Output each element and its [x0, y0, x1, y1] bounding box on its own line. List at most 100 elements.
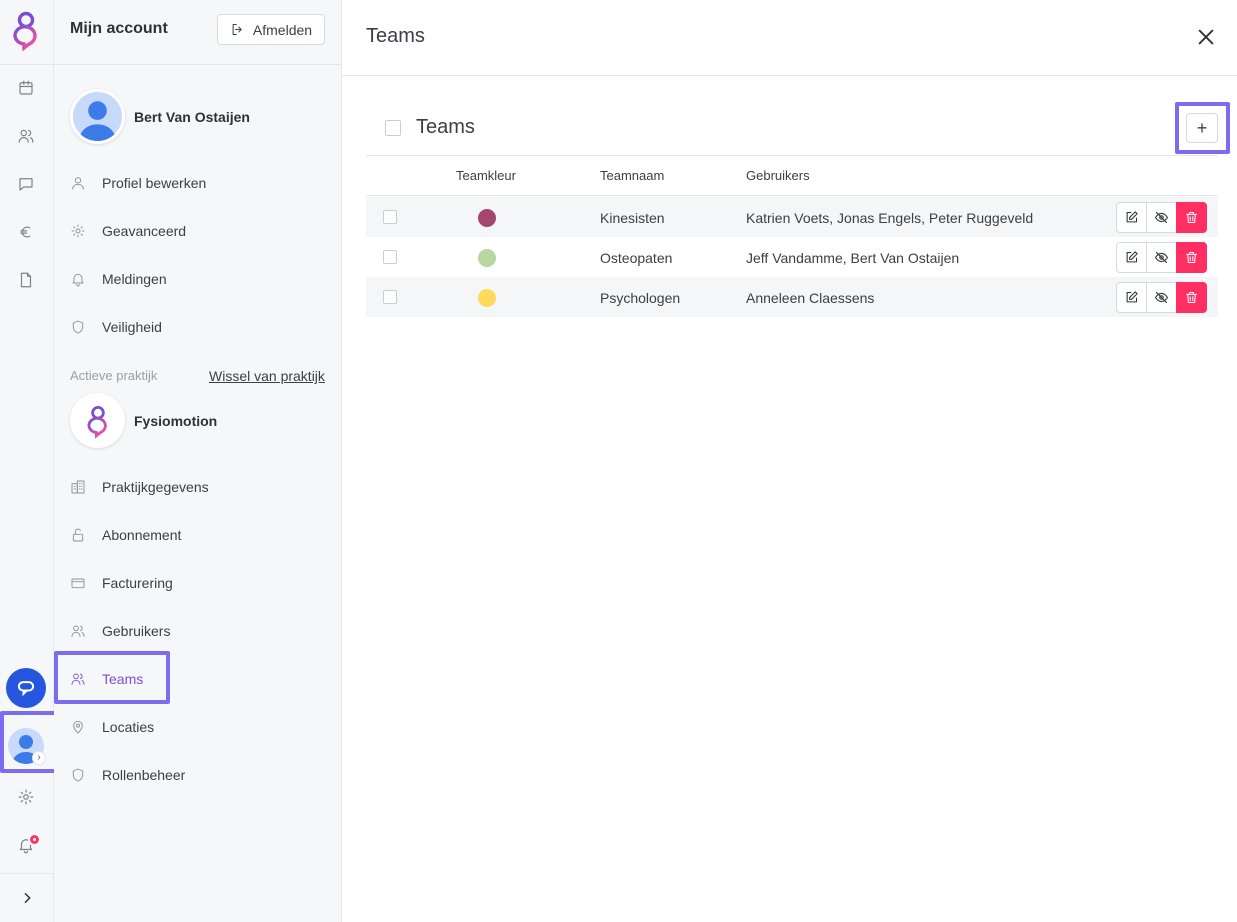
shield-icon [72, 320, 84, 334]
euro-icon[interactable] [15, 221, 37, 243]
menu-item-label: Abonnement [102, 527, 182, 543]
calendar-icon[interactable] [15, 77, 37, 99]
menu-item-locaties[interactable]: Locaties [70, 715, 154, 739]
table-row: Osteopaten Jeff Vandamme, Bert Van Ostai… [366, 237, 1218, 277]
team-users: Jeff Vandamme, Bert Van Ostaijen [746, 250, 960, 266]
row-actions [1116, 202, 1207, 233]
delete-button[interactable] [1176, 282, 1207, 313]
menu-item-facturering[interactable]: Facturering [70, 571, 173, 595]
table-row: Psychologen Anneleen Claessens [366, 277, 1218, 317]
message-icon[interactable] [15, 173, 37, 195]
chat-button[interactable] [6, 668, 46, 708]
menu-item-profiel-bewerken[interactable]: Profiel bewerken [70, 171, 206, 195]
menu-item-gebruikers[interactable]: Gebruikers [70, 619, 170, 643]
add-team-highlight: + [1175, 102, 1230, 154]
trash-icon [1185, 251, 1198, 264]
menu-item-abonnement[interactable]: Abonnement [70, 523, 181, 547]
icon-rail: › [0, 0, 61, 922]
hide-button[interactable] [1146, 242, 1177, 273]
menu-item-teams[interactable]: Teams [70, 667, 143, 691]
practice-name: Fysiomotion [134, 413, 218, 429]
edit-button[interactable] [1116, 202, 1147, 233]
menu-item-label: Gebruikers [102, 623, 171, 639]
hide-button[interactable] [1146, 282, 1177, 313]
team-users: Anneleen Claessens [746, 290, 875, 306]
close-icon [1198, 29, 1214, 45]
close-button[interactable] [1195, 26, 1217, 48]
menu-item-meldingen[interactable]: Meldingen [70, 267, 167, 291]
team-name: Kinesisten [600, 210, 665, 226]
select-all-checkbox[interactable] [385, 120, 401, 136]
menu-item-label: Rollenbeheer [102, 767, 186, 783]
column-header-teamkleur: Teamkleur [456, 168, 516, 183]
edit-button[interactable] [1116, 242, 1147, 273]
menu-item-label: Veiligheid [102, 319, 162, 335]
practice-label: Actieve praktijk [70, 368, 158, 383]
document-icon[interactable] [15, 269, 37, 291]
team-color-dot [478, 209, 496, 227]
team-name: Osteopaten [600, 250, 673, 266]
menu-item-veiligheid[interactable]: Veiligheid [70, 315, 162, 339]
edit-icon [1126, 291, 1138, 303]
account-title: Mijn account [70, 20, 168, 37]
logout-label: Afmelden [252, 21, 313, 38]
notification-badge [28, 833, 41, 846]
app-logo[interactable] [9, 9, 43, 52]
practice-logo [70, 393, 125, 448]
account-divider [54, 64, 342, 65]
users-icon [71, 673, 85, 685]
eye-off-icon [1155, 251, 1168, 264]
delete-button[interactable] [1176, 242, 1207, 273]
logout-button[interactable]: Afmelden [217, 14, 325, 45]
profile-name: Bert Van Ostaijen [134, 109, 250, 125]
row-checkbox[interactable] [383, 210, 397, 224]
expand-sidebar-button[interactable] [0, 873, 54, 922]
menu-item-label: Praktijkgegevens [102, 479, 209, 495]
menu-item-label: Meldingen [102, 271, 167, 287]
user-avatar-button[interactable]: › [0, 711, 61, 773]
gear-icon [71, 224, 85, 238]
lock-icon [72, 528, 84, 542]
table-top-border [366, 155, 1218, 156]
add-team-button[interactable]: + [1186, 113, 1218, 143]
users-icon[interactable] [15, 125, 37, 147]
eye-off-icon [1155, 211, 1168, 224]
table-row: Kinesisten Katrien Voets, Jonas Engels, … [366, 197, 1218, 237]
menu-item-praktijkgegevens[interactable]: Praktijkgegevens [70, 475, 209, 499]
profile-avatar [70, 89, 125, 144]
team-color-dot [478, 289, 496, 307]
gear-icon[interactable] [15, 786, 37, 808]
section-title: Teams [416, 116, 475, 138]
chevron-right-icon [24, 892, 31, 904]
menu-item-label: Geavanceerd [102, 223, 187, 239]
credit-card-icon [71, 578, 85, 589]
page-title: Teams [366, 25, 425, 47]
trash-icon [1185, 211, 1198, 224]
menu-item-rollenbeheer[interactable]: Rollenbeheer [70, 763, 185, 787]
menu-item-label: Teams [102, 671, 144, 687]
menu-item-geavanceerd[interactable]: Geavanceerd [70, 219, 186, 243]
bell-icon [72, 273, 84, 287]
header-divider [342, 75, 1237, 76]
row-checkbox[interactable] [383, 250, 397, 264]
eye-off-icon [1155, 291, 1168, 304]
edit-button[interactable] [1116, 282, 1147, 313]
building-icon [71, 480, 85, 494]
row-checkbox[interactable] [383, 290, 397, 304]
menu-item-label: Facturering [102, 575, 173, 591]
row-actions [1116, 282, 1207, 313]
chat-icon [17, 681, 35, 697]
team-name: Psychologen [600, 290, 681, 306]
map-pin-icon [73, 720, 83, 734]
switch-practice-link[interactable]: Wissel van praktijk [209, 368, 325, 384]
edit-icon [1126, 211, 1138, 223]
hide-button[interactable] [1146, 202, 1177, 233]
row-actions [1116, 242, 1207, 273]
trash-icon [1185, 291, 1198, 304]
table-header-border [366, 195, 1218, 196]
plus-icon: + [1196, 117, 1208, 138]
logout-icon [232, 24, 242, 35]
chevron-right-icon: › [32, 751, 46, 765]
delete-button[interactable] [1176, 202, 1207, 233]
account-panel: Mijn account Afmelden Bert Van Ostaijen … [54, 0, 342, 922]
